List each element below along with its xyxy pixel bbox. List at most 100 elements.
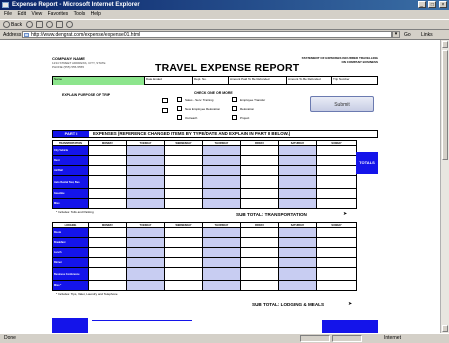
expense-cell[interactable] bbox=[202, 280, 241, 291]
address-dropdown-button[interactable]: ▾ bbox=[392, 31, 400, 38]
name-field[interactable]: Name bbox=[53, 77, 144, 85]
expense-cell[interactable] bbox=[126, 267, 165, 281]
checkbox-transfer[interactable] bbox=[232, 97, 237, 102]
expense-cell[interactable] bbox=[278, 188, 317, 199]
checkbox-sales[interactable] bbox=[177, 97, 182, 102]
expense-cell[interactable] bbox=[240, 198, 279, 209]
expense-cell[interactable] bbox=[202, 227, 241, 238]
expense-cell[interactable] bbox=[88, 237, 127, 248]
expense-cell[interactable] bbox=[126, 188, 165, 199]
expense-cell[interactable] bbox=[278, 198, 317, 209]
expense-cell[interactable] bbox=[240, 237, 279, 248]
expense-cell[interactable] bbox=[202, 165, 241, 176]
expense-cell[interactable] bbox=[278, 155, 317, 166]
date-ended-field[interactable]: Date Ended bbox=[144, 77, 192, 85]
expense-cell[interactable] bbox=[202, 247, 241, 258]
expense-cell[interactable] bbox=[278, 175, 317, 189]
expense-cell[interactable] bbox=[240, 145, 279, 156]
go-button[interactable]: Go bbox=[404, 30, 411, 40]
expense-cell[interactable] bbox=[240, 257, 279, 268]
amount-paid-field[interactable]: Amount Paid To Be Refunded bbox=[228, 77, 286, 85]
vertical-scrollbar[interactable] bbox=[440, 40, 449, 333]
expense-cell[interactable] bbox=[126, 227, 165, 238]
expense-cell[interactable] bbox=[278, 267, 317, 281]
expense-cell[interactable] bbox=[88, 257, 127, 268]
expense-cell[interactable] bbox=[240, 267, 279, 281]
expense-cell[interactable] bbox=[88, 267, 127, 281]
expense-cell[interactable] bbox=[202, 175, 241, 189]
expense-cell[interactable] bbox=[316, 145, 357, 156]
expense-cell[interactable] bbox=[126, 155, 165, 166]
expense-cell[interactable] bbox=[126, 257, 165, 268]
refresh-button[interactable] bbox=[46, 21, 54, 29]
expense-cell[interactable] bbox=[88, 175, 127, 189]
expense-cell[interactable] bbox=[164, 267, 203, 281]
checkbox-relocation[interactable] bbox=[232, 106, 237, 111]
forward-button[interactable] bbox=[26, 21, 34, 29]
expense-cell[interactable] bbox=[240, 165, 279, 176]
scroll-up-button[interactable] bbox=[442, 41, 448, 48]
expense-cell[interactable] bbox=[240, 227, 279, 238]
scroll-thumb[interactable] bbox=[442, 50, 448, 160]
expense-cell[interactable] bbox=[202, 145, 241, 156]
menu-tools[interactable]: Tools bbox=[74, 11, 86, 17]
expense-cell[interactable] bbox=[164, 227, 203, 238]
checkbox-project[interactable] bbox=[232, 115, 237, 120]
home-button[interactable] bbox=[56, 21, 64, 29]
expense-cell[interactable] bbox=[202, 188, 241, 199]
expense-cell[interactable] bbox=[88, 188, 127, 199]
submit-button[interactable]: Submit bbox=[310, 96, 374, 112]
expense-cell[interactable] bbox=[164, 198, 203, 209]
scroll-down-button[interactable] bbox=[442, 325, 448, 332]
expense-cell[interactable] bbox=[316, 227, 357, 238]
dept-no-field[interactable]: Dept. No. bbox=[192, 77, 228, 85]
menu-help[interactable]: Help bbox=[91, 11, 101, 17]
expense-cell[interactable] bbox=[278, 227, 317, 238]
expense-cell[interactable] bbox=[126, 237, 165, 248]
expense-cell[interactable] bbox=[164, 145, 203, 156]
expense-cell[interactable] bbox=[164, 155, 203, 166]
expense-cell[interactable] bbox=[88, 165, 127, 176]
expense-cell[interactable] bbox=[126, 280, 165, 291]
expense-cell[interactable] bbox=[88, 155, 127, 166]
menu-edit[interactable]: Edit bbox=[17, 11, 26, 17]
expense-cell[interactable] bbox=[126, 198, 165, 209]
back-button[interactable]: Back bbox=[3, 21, 22, 29]
expense-cell[interactable] bbox=[278, 247, 317, 258]
menu-favorites[interactable]: Favorites bbox=[48, 11, 69, 17]
expense-cell[interactable] bbox=[278, 257, 317, 268]
expense-cell[interactable] bbox=[126, 145, 165, 156]
expense-cell[interactable] bbox=[316, 280, 357, 291]
expense-cell[interactable] bbox=[126, 165, 165, 176]
expense-cell[interactable] bbox=[88, 198, 127, 209]
expense-cell[interactable] bbox=[240, 247, 279, 258]
expense-cell[interactable] bbox=[316, 267, 357, 281]
expense-cell[interactable] bbox=[278, 237, 317, 248]
expense-cell[interactable] bbox=[316, 188, 357, 199]
expense-cell[interactable] bbox=[164, 188, 203, 199]
expense-cell[interactable] bbox=[278, 165, 317, 176]
checkbox-relocation-new[interactable] bbox=[177, 106, 182, 111]
expense-cell[interactable] bbox=[202, 155, 241, 166]
expense-cell[interactable] bbox=[164, 175, 203, 189]
address-input[interactable]: http://www.dengrat.com/expense/expense01… bbox=[22, 31, 392, 38]
expense-cell[interactable] bbox=[202, 267, 241, 281]
links-button[interactable]: Links bbox=[421, 30, 433, 40]
purpose-checkbox-2[interactable] bbox=[162, 108, 168, 113]
stop-button[interactable] bbox=[36, 21, 44, 29]
expense-cell[interactable] bbox=[164, 247, 203, 258]
expense-cell[interactable] bbox=[202, 257, 241, 268]
menu-view[interactable]: View bbox=[31, 11, 42, 17]
expense-cell[interactable] bbox=[88, 145, 127, 156]
expense-cell[interactable] bbox=[240, 188, 279, 199]
expense-cell[interactable] bbox=[240, 175, 279, 189]
expense-cell[interactable] bbox=[240, 280, 279, 291]
search-button[interactable] bbox=[66, 21, 74, 29]
expense-cell[interactable] bbox=[316, 155, 357, 166]
maximize-button[interactable]: □ bbox=[428, 1, 437, 8]
expense-cell[interactable] bbox=[316, 175, 357, 189]
expense-cell[interactable] bbox=[126, 247, 165, 258]
expense-cell[interactable] bbox=[202, 198, 241, 209]
expense-cell[interactable] bbox=[316, 198, 357, 209]
expense-cell[interactable] bbox=[88, 227, 127, 238]
